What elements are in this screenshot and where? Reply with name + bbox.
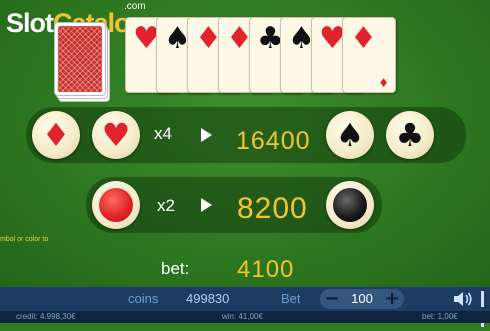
black-color-button[interactable] xyxy=(326,181,374,229)
coins-value: 499830 xyxy=(186,291,230,306)
win-text: win: 41,00€ xyxy=(222,312,263,321)
increase-bet-button[interactable]: + xyxy=(382,289,402,309)
coins-label: coins xyxy=(128,291,159,306)
color-payout: 8200 xyxy=(237,192,308,225)
suit-payout: 16400 xyxy=(236,127,311,155)
spade-suit-button[interactable]: ♠ xyxy=(326,111,374,159)
card-back-pattern xyxy=(58,26,102,92)
play-arrow-icon xyxy=(201,128,212,142)
red-color-button[interactable] xyxy=(92,181,140,229)
card-deck xyxy=(54,22,106,96)
control-bar: coins 499830 Bet − 100 + xyxy=(0,287,490,327)
diamond-icon: ♦ xyxy=(41,116,71,154)
suit-multiplier: x4 xyxy=(154,124,172,143)
diamonds-icon: ♦ xyxy=(350,21,377,56)
spade-icon: ♠ xyxy=(335,116,365,154)
bet-label: bet: xyxy=(161,259,190,278)
history-card-diamonds: ♦♦ xyxy=(342,17,396,93)
club-icon: ♣ xyxy=(395,116,425,154)
footer-bar: credit: 4.998,30€ win: 41,00€ bet: 1,00€ xyxy=(0,311,490,323)
play-arrow-icon xyxy=(201,198,212,212)
speaker-icon[interactable] xyxy=(452,290,474,308)
logo-text-slot: Slot xyxy=(6,8,54,38)
heart-suit-button[interactable]: ♥ xyxy=(92,111,140,159)
red-ball-icon xyxy=(99,188,133,222)
diamonds-small-icon: ♦ xyxy=(378,76,389,90)
diamond-suit-button[interactable]: ♦ xyxy=(32,111,80,159)
color-multiplier: x2 xyxy=(157,196,175,215)
hint-text: mbol or color to xyxy=(0,236,49,243)
bet-stepper: − 100 + xyxy=(320,289,404,309)
credit-text: credit: 4.998,30€ xyxy=(16,312,76,321)
bet-amount: 4100 xyxy=(237,256,295,283)
black-ball-icon xyxy=(333,188,367,222)
logo-text-com: .com xyxy=(124,1,146,12)
decrease-bet-button[interactable]: − xyxy=(322,289,342,309)
club-suit-button[interactable]: ♣ xyxy=(386,111,434,159)
footer-bet-text: bet: 1,00€ xyxy=(422,312,458,321)
bet-stepper-label: Bet xyxy=(281,291,301,306)
bet-stepper-value: 100 xyxy=(351,291,373,306)
heart-icon: ♥ xyxy=(101,116,131,154)
